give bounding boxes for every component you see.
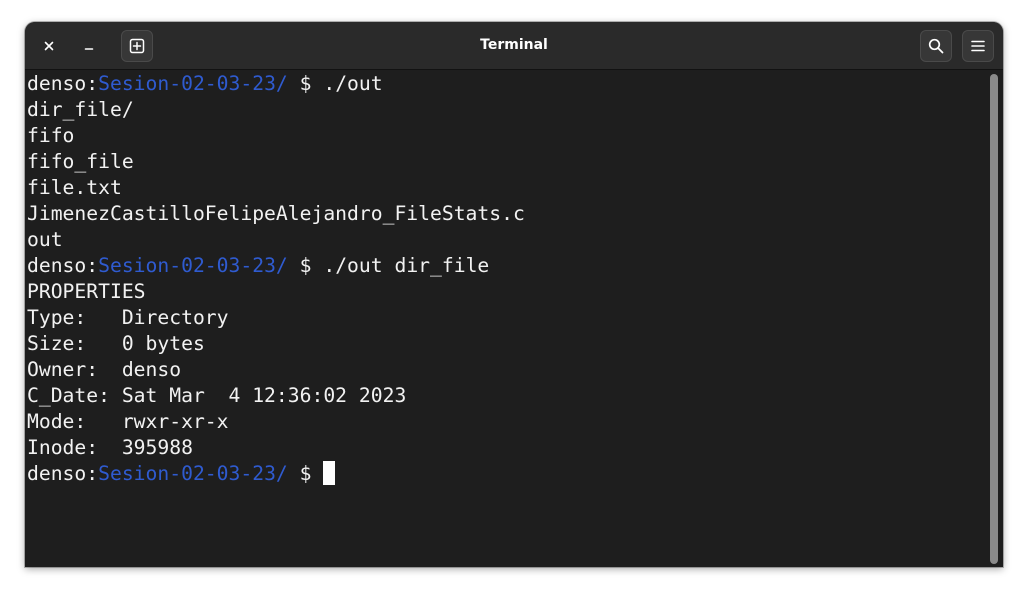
prompt-user: denso: bbox=[27, 254, 99, 277]
output-line: out bbox=[27, 228, 63, 251]
prompt-line: denso:Sesion-02-03-23/ $ ./out dir_file bbox=[27, 253, 525, 279]
close-button[interactable] bbox=[33, 30, 65, 62]
new-tab-icon bbox=[129, 38, 145, 54]
output-line: fifo_file bbox=[27, 150, 134, 173]
output-line: Size: 0 bytes bbox=[27, 332, 205, 355]
search-icon bbox=[928, 38, 944, 54]
output-line: Inode: 395988 bbox=[27, 436, 193, 459]
hamburger-menu-icon bbox=[971, 40, 985, 52]
output-line: file.txt bbox=[27, 176, 122, 199]
text-cursor bbox=[323, 461, 336, 485]
terminal-output-area[interactable]: denso:Sesion-02-03-23/ $ ./out dir_file/f… bbox=[25, 70, 987, 567]
prompt-line: denso:Sesion-02-03-23/ $ ./out bbox=[27, 71, 525, 97]
command-text: ./out bbox=[323, 72, 383, 95]
main-menu-button[interactable] bbox=[962, 30, 994, 62]
output-line: JimenezCastilloFelipeAlejandro_FileStats… bbox=[27, 202, 525, 225]
prompt-symbol: $ bbox=[287, 72, 324, 95]
output-line: Owner: denso bbox=[27, 358, 182, 381]
terminal-window: Terminal denso:Sesion-02-03-23/ $ ./out d… bbox=[25, 22, 1003, 567]
window-title: Terminal bbox=[480, 37, 548, 53]
prompt-path: Sesion-02-03-23/ bbox=[98, 462, 288, 485]
output-line: fifo bbox=[27, 124, 75, 147]
scrollbar[interactable] bbox=[987, 70, 1003, 567]
prompt-user: denso: bbox=[27, 462, 99, 485]
prompt-symbol: $ bbox=[287, 254, 324, 277]
scrollbar-thumb[interactable] bbox=[990, 74, 998, 564]
close-icon bbox=[44, 41, 54, 51]
prompt-path: Sesion-02-03-23/ bbox=[98, 254, 288, 277]
prompt-user: denso: bbox=[27, 72, 99, 95]
output-line: Type: Directory bbox=[27, 306, 229, 329]
prompt-line: denso:Sesion-02-03-23/ $ bbox=[27, 461, 525, 487]
search-button[interactable] bbox=[920, 30, 952, 62]
header-bar: Terminal bbox=[25, 22, 1003, 70]
prompt-path: Sesion-02-03-23/ bbox=[98, 72, 288, 95]
prompt-symbol: $ bbox=[287, 462, 324, 485]
minimize-icon bbox=[84, 48, 94, 50]
minimize-button[interactable] bbox=[73, 30, 105, 62]
output-line: dir_file/ bbox=[27, 98, 134, 121]
output-line: Mode: rwxr-xr-x bbox=[27, 410, 229, 433]
terminal-lines: denso:Sesion-02-03-23/ $ ./out dir_file/f… bbox=[27, 71, 525, 487]
output-line: C_Date: Sat Mar 4 12:36:02 2023 bbox=[27, 384, 407, 407]
command-text: ./out dir_file bbox=[323, 254, 490, 277]
output-line: PROPERTIES bbox=[27, 280, 146, 303]
new-tab-button[interactable] bbox=[121, 30, 153, 62]
